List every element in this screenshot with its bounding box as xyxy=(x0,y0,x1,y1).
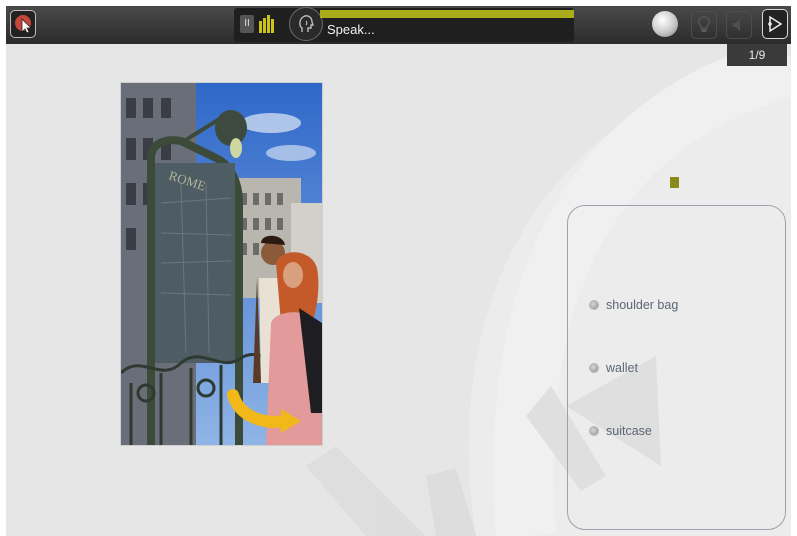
hint-button[interactable] xyxy=(691,11,717,39)
option-suitcase[interactable]: suitcase xyxy=(590,424,652,438)
record-ball-icon[interactable] xyxy=(652,11,678,37)
question-photo: ROME xyxy=(120,82,323,446)
lightbulb-icon xyxy=(698,16,710,32)
recording-progress-bar xyxy=(320,10,574,18)
progress-marker xyxy=(670,177,679,188)
answer-options-panel: shoulder bag wallet suitcase xyxy=(567,205,786,530)
app-window: II Speak... 1/9 ROME shoulder bag wallet… xyxy=(6,6,791,536)
exit-button[interactable] xyxy=(10,10,36,38)
option-shoulder-bag[interactable]: shoulder bag xyxy=(590,298,678,312)
option-label: shoulder bag xyxy=(606,298,679,312)
option-wallet[interactable]: wallet xyxy=(590,361,638,375)
pause-icon: II xyxy=(244,18,250,29)
option-label: suitcase xyxy=(606,424,652,438)
volume-level-icon xyxy=(259,15,274,33)
voice-button[interactable] xyxy=(289,7,323,41)
speak-prompt: Speak... xyxy=(327,22,375,37)
radio-button[interactable] xyxy=(590,427,598,435)
head-voice-icon xyxy=(299,15,314,32)
speaker-icon xyxy=(733,19,740,31)
top-toolbar: II Speak... xyxy=(6,6,791,44)
speech-control-bar: II Speak... xyxy=(234,7,574,42)
exit-cursor-icon xyxy=(15,15,32,34)
next-button[interactable] xyxy=(762,9,788,39)
option-label: wallet xyxy=(606,361,638,375)
question-counter: 1/9 xyxy=(727,44,787,66)
next-arrow-icon xyxy=(768,15,783,33)
radio-button[interactable] xyxy=(590,301,598,309)
radio-button[interactable] xyxy=(590,364,598,372)
sound-button[interactable] xyxy=(726,11,752,39)
metro-scene-image: ROME xyxy=(121,83,322,445)
pause-button[interactable]: II xyxy=(240,15,254,33)
